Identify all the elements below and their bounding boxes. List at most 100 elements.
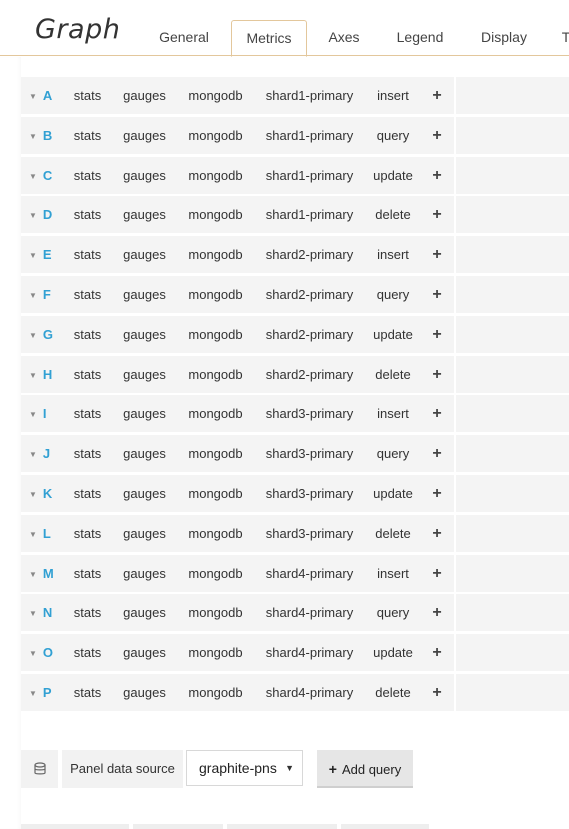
metric-segment[interactable]: gauges (113, 315, 176, 353)
metric-segment[interactable]: shard4-primary (255, 634, 364, 672)
metric-segment[interactable]: mongodb (178, 355, 253, 393)
add-segment-button[interactable]: + (422, 514, 452, 552)
query-toggle[interactable]: ▼ L (21, 514, 62, 552)
metric-segment[interactable]: stats (64, 395, 111, 433)
metric-segment[interactable]: gauges (113, 355, 176, 393)
metric-segment[interactable]: insert (366, 236, 420, 274)
query-toggle[interactable]: ▼ O (21, 634, 62, 672)
metric-segment[interactable]: mongodb (178, 634, 253, 672)
add-segment-button[interactable]: + (422, 355, 452, 393)
metric-segment[interactable]: stats (64, 315, 111, 353)
metric-segment[interactable]: update (366, 634, 420, 672)
metric-segment[interactable]: shard1-primary (255, 156, 364, 194)
metric-segment[interactable]: shard3-primary (255, 395, 364, 433)
add-segment-button[interactable]: + (422, 673, 452, 711)
metric-segment[interactable]: gauges (113, 594, 176, 632)
query-toggle[interactable]: ▼ I (21, 395, 62, 433)
metric-segment[interactable]: query (366, 275, 420, 313)
add-segment-button[interactable]: + (422, 554, 452, 592)
metric-segment[interactable]: mongodb (178, 514, 253, 552)
metric-segment[interactable]: query (366, 594, 420, 632)
metric-segment[interactable]: mongodb (178, 395, 253, 433)
metric-segment[interactable]: mongodb (178, 196, 253, 234)
add-query-button[interactable]: + Add query (317, 750, 413, 788)
query-toggle[interactable]: ▼ A (21, 77, 62, 114)
metric-segment[interactable]: gauges (113, 554, 176, 592)
metric-segment[interactable]: gauges (113, 196, 176, 234)
metric-segment[interactable]: gauges (113, 673, 176, 711)
metric-segment[interactable]: mongodb (178, 474, 253, 512)
metric-segment[interactable]: update (366, 315, 420, 353)
metric-segment[interactable]: insert (366, 554, 420, 592)
add-segment-button[interactable]: + (422, 196, 452, 234)
metric-segment[interactable]: delete (366, 355, 420, 393)
metric-segment[interactable]: mongodb (178, 275, 253, 313)
metric-segment[interactable]: stats (64, 355, 111, 393)
metric-segment[interactable]: mongodb (178, 594, 253, 632)
metric-segment[interactable]: stats (64, 474, 111, 512)
add-segment-button[interactable]: + (422, 116, 452, 154)
metric-segment[interactable]: shard3-primary (255, 435, 364, 473)
metric-segment[interactable]: stats (64, 156, 111, 194)
tab-display[interactable]: Display (474, 20, 534, 56)
metric-segment[interactable]: gauges (113, 236, 176, 274)
add-segment-button[interactable]: + (422, 594, 452, 632)
metric-segment[interactable]: mongodb (178, 156, 253, 194)
query-toggle[interactable]: ▼ K (21, 474, 62, 512)
metric-segment[interactable]: shard2-primary (255, 355, 364, 393)
metric-segment[interactable]: gauges (113, 116, 176, 154)
metric-segment[interactable]: shard2-primary (255, 236, 364, 274)
query-toggle[interactable]: ▼ M (21, 554, 62, 592)
tab-axes[interactable]: Axes (320, 20, 368, 56)
tab-metrics[interactable]: Metrics (231, 20, 307, 57)
add-segment-button[interactable]: + (422, 156, 452, 194)
metric-segment[interactable]: stats (64, 594, 111, 632)
metric-segment[interactable]: stats (64, 435, 111, 473)
metric-segment[interactable]: mongodb (178, 315, 253, 353)
metric-segment[interactable]: shard1-primary (255, 77, 364, 114)
add-segment-button[interactable]: + (422, 236, 452, 274)
metric-segment[interactable]: mongodb (178, 554, 253, 592)
metric-segment[interactable]: mongodb (178, 435, 253, 473)
add-segment-button[interactable]: + (422, 474, 452, 512)
metric-segment[interactable]: query (366, 435, 420, 473)
metric-segment[interactable]: stats (64, 673, 111, 711)
metric-segment[interactable]: insert (366, 77, 420, 114)
metric-segment[interactable]: stats (64, 77, 111, 114)
metric-segment[interactable]: gauges (113, 634, 176, 672)
metric-segment[interactable]: shard4-primary (255, 594, 364, 632)
tab-general[interactable]: General (152, 20, 216, 56)
add-segment-button[interactable]: + (422, 634, 452, 672)
metric-segment[interactable]: shard4-primary (255, 554, 364, 592)
metric-segment[interactable]: stats (64, 514, 111, 552)
query-toggle[interactable]: ▼ E (21, 236, 62, 274)
add-segment-button[interactable]: + (422, 77, 452, 114)
query-toggle[interactable]: ▼ B (21, 116, 62, 154)
metric-segment[interactable]: insert (366, 395, 420, 433)
add-segment-button[interactable]: + (422, 315, 452, 353)
metric-segment[interactable]: mongodb (178, 116, 253, 154)
query-toggle[interactable]: ▼ N (21, 594, 62, 632)
metric-segment[interactable]: gauges (113, 435, 176, 473)
tab-truncated[interactable]: T (556, 20, 569, 56)
query-toggle[interactable]: ▼ H (21, 355, 62, 393)
query-toggle[interactable]: ▼ F (21, 275, 62, 313)
metric-segment[interactable]: gauges (113, 395, 176, 433)
metric-segment[interactable]: delete (366, 196, 420, 234)
metric-segment[interactable]: gauges (113, 156, 176, 194)
tab-legend[interactable]: Legend (390, 20, 450, 56)
metric-segment[interactable]: query (366, 116, 420, 154)
metric-segment[interactable]: gauges (113, 474, 176, 512)
metric-segment[interactable]: update (366, 156, 420, 194)
metric-segment[interactable]: stats (64, 116, 111, 154)
metric-segment[interactable]: mongodb (178, 673, 253, 711)
database-icon[interactable] (21, 750, 58, 788)
metric-segment[interactable]: shard3-primary (255, 474, 364, 512)
metric-segment[interactable]: mongodb (178, 77, 253, 114)
metric-segment[interactable]: shard1-primary (255, 116, 364, 154)
datasource-select[interactable]: graphite-pns ▼ (186, 750, 303, 786)
metric-segment[interactable]: shard2-primary (255, 315, 364, 353)
add-segment-button[interactable]: + (422, 435, 452, 473)
metric-segment[interactable]: shard3-primary (255, 514, 364, 552)
metric-segment[interactable]: shard2-primary (255, 275, 364, 313)
